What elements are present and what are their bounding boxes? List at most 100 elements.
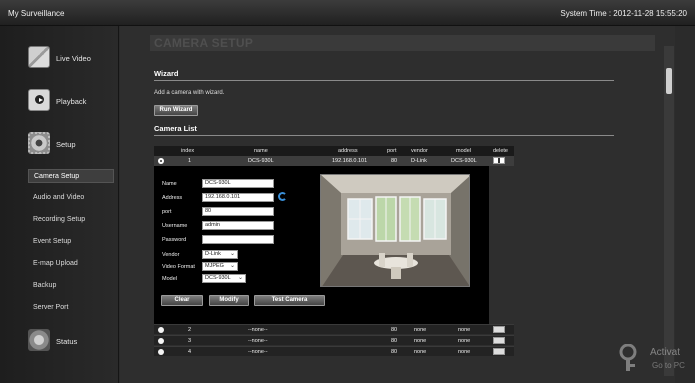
table-row[interactable]: 2 --none-- 80 none none [154, 324, 514, 334]
delete-icon[interactable] [493, 326, 505, 333]
chevron-down-icon: ⌄ [229, 263, 235, 269]
username-label: Username [162, 223, 188, 229]
cell-port: 80 [391, 349, 398, 355]
table-header: index name address port vendor model del… [154, 146, 514, 156]
port-label: port [162, 209, 172, 215]
col-index: index [181, 148, 195, 154]
col-vendor: vendor [411, 148, 428, 154]
watermark-line1: Activat [650, 347, 681, 358]
row-select-radio[interactable] [158, 349, 164, 355]
nav-playback-label: Playback [56, 97, 87, 106]
cell-model: DCS-930L [451, 158, 477, 164]
cell-vendor: none [414, 349, 427, 355]
model-select[interactable]: DCS-930L ⌄ [202, 274, 246, 283]
cell-address: 192.168.0.101 [332, 158, 368, 164]
playback-icon [28, 89, 50, 111]
table-row[interactable]: 1 DCS-930L 192.168.0.101 80 D-Link DCS-9… [154, 156, 514, 166]
delete-icon[interactable] [493, 337, 505, 344]
sidebar-item-event-setup[interactable]: Event Setup [28, 235, 114, 249]
sidebar-item-camera-setup[interactable]: Camera Setup [28, 169, 114, 183]
refresh-icon[interactable] [278, 192, 287, 201]
divider [154, 135, 614, 136]
nav-status-label: Status [56, 337, 78, 346]
vertical-scrollbar[interactable] [664, 46, 674, 376]
cell-port: 80 [391, 327, 398, 333]
room-preview-graphic [321, 175, 469, 286]
username-field[interactable]: admin [202, 221, 274, 230]
cell-index: 4 [188, 349, 192, 355]
name-label: Name [162, 181, 177, 187]
title-bar: My Surveillance System Time : 2012-11-28… [0, 0, 695, 26]
key-icon [619, 344, 637, 371]
delete-icon[interactable] [493, 157, 505, 164]
live-video-icon [28, 46, 50, 68]
modify-button[interactable]: Modify [209, 295, 249, 306]
password-field[interactable] [202, 235, 274, 244]
row-select-radio[interactable] [158, 158, 164, 164]
video-format-select-value: MJPEG [205, 263, 224, 269]
video-format-label: Video Format [162, 264, 195, 270]
cell-name: --none-- [248, 349, 268, 355]
row-select-radio[interactable] [158, 327, 164, 333]
scrollbar-thumb[interactable] [666, 68, 672, 94]
clear-button[interactable]: Clear [161, 295, 203, 306]
vendor-label: Vendor [162, 252, 180, 258]
divider [154, 80, 614, 81]
row-select-radio[interactable] [158, 338, 164, 344]
address-field[interactable]: 192.168.0.101 [202, 193, 274, 202]
name-field[interactable]: DCS-930L [202, 179, 274, 188]
cell-index: 1 [188, 158, 192, 164]
delete-icon[interactable] [493, 348, 505, 355]
chevron-down-icon: ⌄ [229, 251, 235, 257]
system-time: System Time : 2012-11-28 15:55:20 [560, 9, 687, 18]
password-label: Password [162, 237, 187, 243]
sidebar-item-recording-setup[interactable]: Recording Setup [28, 213, 114, 227]
cell-index: 2 [188, 327, 192, 333]
test-camera-button[interactable]: Test Camera [254, 295, 325, 306]
cell-name: --none-- [248, 327, 268, 333]
table-row[interactable]: 4 --none-- 80 none none [154, 346, 514, 356]
col-delete: delete [493, 148, 508, 154]
sidebar-item-audio-video[interactable]: Audio and Video [28, 191, 114, 205]
cell-vendor: none [414, 327, 427, 333]
nav-setup-label: Setup [56, 140, 76, 149]
app-title: My Surveillance [8, 9, 65, 18]
run-wizard-button[interactable]: Run Wizard [154, 105, 198, 116]
model-label: Model [162, 276, 177, 282]
cell-vendor: D-Link [411, 158, 427, 164]
page-title: CAMERA SETUP [150, 35, 655, 51]
camera-detail-panel: Name DCS-930L Address 192.168.0.101 port… [154, 166, 489, 324]
sidebar-item-server-port[interactable]: Server Port [28, 301, 114, 315]
nav-playback[interactable]: Playback [0, 89, 119, 117]
gear-icon [28, 132, 50, 154]
sidebar-item-backup[interactable]: Backup [28, 279, 114, 293]
nav-live-video[interactable]: Live Video [0, 46, 119, 74]
watermark-line2: Go to PC [652, 361, 685, 370]
wizard-description: Add a camera with wizard. [154, 90, 225, 96]
table-row[interactable]: 3 --none-- 80 none none [154, 335, 514, 345]
col-name: name [254, 148, 268, 154]
address-label: Address [162, 195, 183, 201]
cell-port: 80 [391, 158, 398, 164]
sidebar-item-emap-upload[interactable]: E-map Upload [28, 257, 114, 271]
cell-model: none [458, 338, 471, 344]
col-address: address [338, 148, 358, 154]
cell-index: 3 [188, 338, 192, 344]
cell-model: none [458, 327, 471, 333]
cell-model: none [458, 349, 471, 355]
camera-preview-image [320, 174, 470, 287]
status-icon [28, 329, 50, 351]
cell-name: DCS-930L [248, 158, 274, 164]
video-format-select[interactable]: MJPEG ⌄ [202, 262, 238, 271]
vendor-select[interactable]: D-Link ⌄ [202, 250, 238, 259]
model-select-value: DCS-930L [205, 275, 231, 281]
col-port: port [387, 148, 397, 154]
nav-setup[interactable]: Setup [0, 132, 119, 160]
cell-vendor: none [414, 338, 427, 344]
col-model: model [456, 148, 471, 154]
cell-port: 80 [391, 338, 398, 344]
port-field[interactable]: 80 [202, 207, 274, 216]
nav-status[interactable]: Status [0, 329, 119, 357]
vendor-select-value: D-Link [205, 251, 221, 257]
main-panel: CAMERA SETUP Wizard Add a camera with wi… [120, 26, 675, 383]
